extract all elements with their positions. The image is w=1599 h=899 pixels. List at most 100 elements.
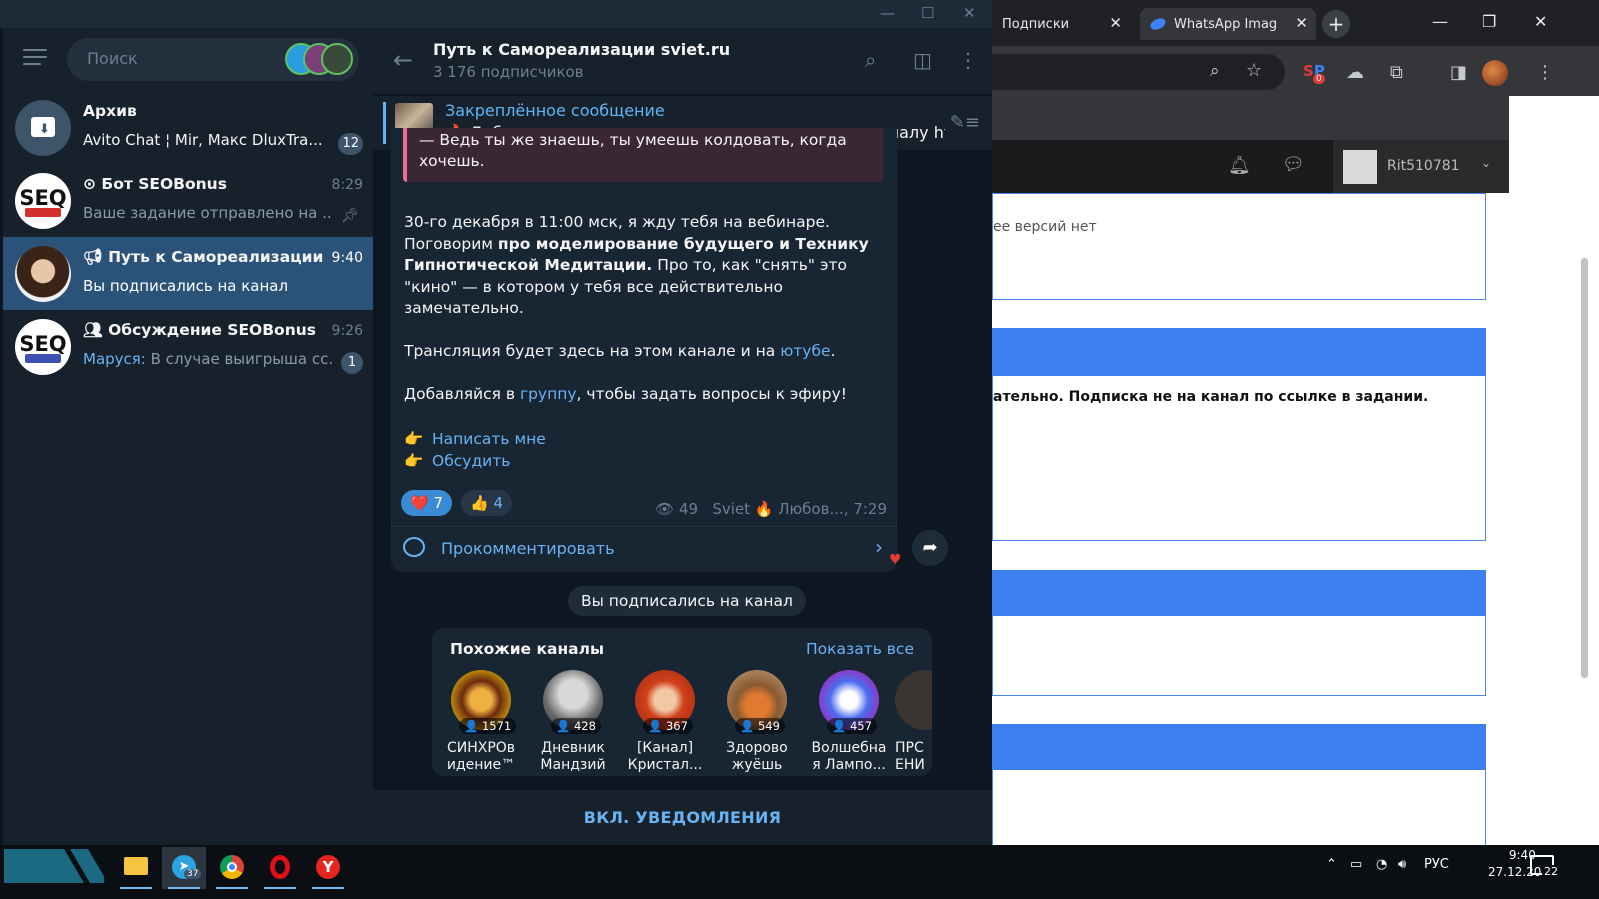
chat-item-channel[interactable]: 📢︎ Путь к Самореализации s... 9:40 Вы по… <box>3 237 373 310</box>
notification-center-icon[interactable]: 22 <box>1530 855 1560 878</box>
share-button[interactable]: ➦ <box>912 530 948 566</box>
channel-avatar: 👤 549 <box>727 670 787 734</box>
profile-avatar[interactable] <box>1482 60 1508 86</box>
chrome-icon[interactable] <box>210 847 254 889</box>
close-tab-icon[interactable]: ✕ <box>1109 14 1122 32</box>
enable-notifications-button[interactable]: ВКЛ. УВЕДОМЛЕНИЯ <box>373 790 992 845</box>
heart-reaction[interactable]: ❤️ 7 <box>401 490 452 516</box>
section-header <box>992 570 1486 616</box>
close-tab-icon[interactable]: ✕ <box>1295 14 1308 32</box>
channel-name: Дневник Мандзий <box>540 740 606 773</box>
extension-icon[interactable]: ☁ <box>1346 62 1364 83</box>
unread-badge: 12 <box>338 133 363 155</box>
close-window-icon[interactable]: ✕ <box>963 4 976 22</box>
channel-post: — Ведь ты же знаешь, ты умеешь колдовать… <box>391 128 897 572</box>
chat-area: ← Путь к Самореализации sviet.ru 3 176 п… <box>373 28 992 845</box>
story-avatar[interactable] <box>321 43 353 75</box>
stories-row[interactable] <box>285 43 355 77</box>
chevron-down-icon: ⌄ <box>1481 156 1492 170</box>
pinned-list-icon[interactable]: ✎≡ <box>950 112 980 133</box>
browser-tab[interactable]: Подписки ✕ <box>992 8 1130 40</box>
bell-icon[interactable]: 🔔︎ <box>1228 155 1251 176</box>
similar-channel[interactable]: 👤 549 Здорово жуёшь <box>711 670 803 774</box>
input-language[interactable]: РУС <box>1424 857 1449 872</box>
notification-count: 22 <box>1542 865 1560 878</box>
comment-button[interactable]: Прокомментировать › <box>391 526 897 572</box>
hamburger-menu-icon[interactable] <box>23 49 47 67</box>
pinned-title: Закреплённое сообщение <box>445 101 665 120</box>
maximize-icon[interactable]: ☐ <box>921 4 934 22</box>
subscriber-count-badge: 👤 367 <box>643 718 693 734</box>
sidebar-toggle-icon[interactable]: ◫ <box>913 48 932 72</box>
similar-channel[interactable]: 👤 457 Волшебна я Лампо... <box>803 670 895 774</box>
youtube-link[interactable]: ютубе <box>780 342 830 360</box>
channel-avatar: 👤 457 <box>819 670 879 734</box>
restore-icon[interactable]: ❐ <box>1482 12 1496 31</box>
chat-preview: Вы подписались на канал <box>83 277 289 295</box>
search-input[interactable]: Поиск <box>67 38 359 81</box>
view-count: 49 <box>678 500 699 518</box>
battery-icon[interactable]: ▭ <box>1350 857 1362 872</box>
thumbs-up-reaction[interactable]: 👍 4 <box>461 490 513 516</box>
channel-name: ПРС ЕНИ <box>895 740 925 773</box>
quote-block: — Ведь ты же знаешь, ты умеешь колдовать… <box>403 128 883 182</box>
subscriber-count-badge: 👤 549 <box>735 718 785 734</box>
opera-icon[interactable] <box>258 847 302 889</box>
whatsapp-tab-icon <box>1148 16 1168 32</box>
write-me-link[interactable]: 👉 Написать мне <box>404 428 546 450</box>
chat-time: 8:29 <box>331 177 363 193</box>
similar-channel[interactable]: 👤 1571 СИНХРОв идение™ <box>435 670 527 774</box>
scrollbar[interactable] <box>1581 258 1588 678</box>
close-window-icon[interactable]: ✕ <box>1534 12 1547 31</box>
post-paragraph: Трансляция будет здесь на этом канале и … <box>404 342 836 360</box>
channel-name: Здорово жуёшь <box>726 740 788 773</box>
user-menu[interactable]: Rit510781 ⌄ <box>1333 140 1509 193</box>
seobonus-avatar: SEQ <box>15 173 71 229</box>
browser-tab[interactable]: WhatsApp Imag ✕ <box>1140 8 1316 40</box>
pointing-hand-icon: 👉 <box>404 430 424 448</box>
browser-tab-title: Подписки <box>1002 16 1070 32</box>
chat-preview: Avito Chat ¦ Mir, Макс DluxTra... <box>83 131 323 149</box>
chat-item-seobonus-discussion[interactable]: SEQ 👥︎ Обсуждение SEOBonus 9:26 Маруся: … <box>3 310 373 383</box>
more-menu-icon[interactable]: ⋮ <box>958 48 978 72</box>
megaphone-icon: 📢︎ <box>83 248 109 266</box>
post-body: 30-го декабря в 11:00 мск, я жду тебя на… <box>404 212 889 427</box>
telegram-taskbar-icon[interactable]: ➤ 37 <box>162 847 206 889</box>
address-bar[interactable]: ⌕ ☆ <box>992 54 1285 90</box>
file-explorer-icon[interactable] <box>114 847 158 889</box>
back-arrow-icon[interactable]: ← <box>393 46 413 74</box>
bookmark-star-icon[interactable]: ☆ <box>1246 60 1262 81</box>
sidepanel-icon[interactable]: ◨ <box>1450 62 1467 83</box>
channel-name: СИНХРОв идение™ <box>446 740 516 773</box>
discuss-link[interactable]: 👉 Обсудить <box>404 450 546 472</box>
browser-menu-icon[interactable]: ⋮ <box>1536 62 1554 83</box>
heart-icon: ♥ <box>889 552 902 568</box>
wifi-icon[interactable]: ◔ <box>1376 857 1387 872</box>
search-icon[interactable]: ⌕ <box>865 48 876 72</box>
extension-seo-icon[interactable]: SP 0 <box>1303 62 1325 84</box>
minimize-icon[interactable]: — <box>880 4 895 22</box>
similar-channel[interactable]: 👤 428 Дневник Мандзий <box>527 670 619 774</box>
puzzle-icon[interactable]: ⧉ <box>1390 62 1403 83</box>
chat-item-seobonus-bot[interactable]: SEQ ⊙ Бот SEOBonus 8:29 Ваше задание отп… <box>3 164 373 237</box>
minimize-icon[interactable]: — <box>1432 12 1448 31</box>
chat-icon[interactable]: 💬︎ <box>1282 154 1305 175</box>
info-text: ее версий нет <box>993 219 1097 235</box>
similar-channel[interactable]: 👤 367 [Канал] Кристал... <box>619 670 711 774</box>
show-all-link[interactable]: Показать все <box>806 640 914 658</box>
zoom-icon[interactable]: ⌕ <box>1210 61 1220 81</box>
start-button[interactable] <box>4 849 108 883</box>
similar-channel[interactable]: ПРС ЕНИ <box>895 670 932 774</box>
yandex-browser-icon[interactable]: Y <box>306 847 350 889</box>
new-tab-button[interactable]: + <box>1322 10 1350 38</box>
post-time: 7:29 <box>853 500 887 518</box>
volume-icon[interactable]: 🔊︎ <box>1398 857 1406 872</box>
subscriber-count: 3 176 подписчиков <box>433 63 584 81</box>
group-link[interactable]: группу <box>520 385 577 403</box>
chevron-up-icon[interactable]: ⌃ <box>1326 857 1337 872</box>
section-header <box>992 724 1486 770</box>
channel-title[interactable]: Путь к Самореализации sviet.ru <box>433 40 730 59</box>
chat-item-archive[interactable]: ⬇ Архив Avito Chat ¦ Mir, Макс DluxTra..… <box>3 91 373 164</box>
chat-time: 9:40 <box>331 250 363 266</box>
chat-name: 📢︎ Путь к Самореализации s... <box>83 248 323 266</box>
